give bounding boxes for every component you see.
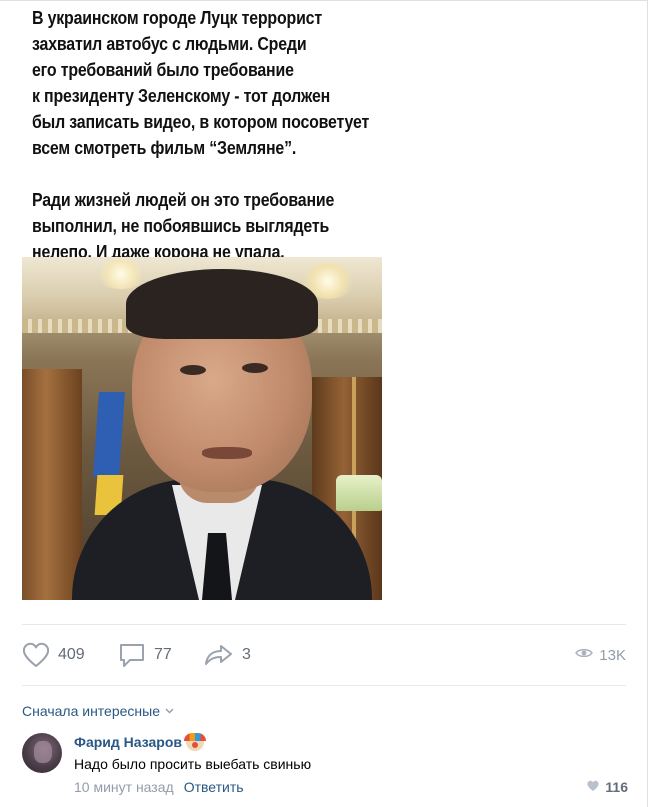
views-count: 13K [599, 646, 626, 664]
share-button[interactable]: 3 [204, 635, 251, 675]
comment-meta: 10 минут назад Ответить [74, 779, 244, 795]
photo-flag [93, 392, 125, 477]
chevron-down-icon [165, 706, 174, 717]
divider [22, 685, 626, 686]
like-button[interactable]: 409 [22, 635, 85, 675]
post-photo[interactable] [22, 257, 382, 600]
post-actions-bar: 409 77 3 13K [0, 635, 648, 675]
photo-wood-panel [22, 369, 82, 600]
author-name: Фарид Назаров [74, 734, 183, 750]
comment-button[interactable]: 77 [118, 635, 172, 675]
share-count: 3 [242, 646, 251, 663]
meme-line: Ради жизней людей он это требование [32, 189, 335, 210]
meme-line: В украинском городе Луцк террорист [32, 7, 322, 28]
comment-time[interactable]: 10 минут назад [74, 779, 174, 795]
heart-icon [22, 642, 50, 668]
comment-like-button[interactable]: 116 [586, 779, 628, 795]
views-counter: 13K [575, 635, 626, 675]
comment-text: Надо было просить выебать свинью [74, 756, 312, 772]
reply-button[interactable]: Ответить [184, 779, 244, 795]
photo-hair [126, 269, 318, 339]
post-card: В украинском городе Луцк террорист захва… [0, 0, 648, 807]
photo-lampshade [336, 475, 382, 511]
avatar-figure [34, 741, 52, 763]
sort-label: Сначала интересные [22, 703, 160, 719]
divider [22, 624, 626, 625]
avatar[interactable] [22, 733, 62, 773]
meme-line: захватил автобус с людьми. Среди [32, 33, 307, 54]
photo-chandelier [96, 259, 146, 289]
meme-line: выполнил, не побоявшись выглядеть [32, 215, 330, 236]
comment-icon [118, 641, 146, 669]
comments-sort-dropdown[interactable]: Сначала интересные [22, 701, 174, 721]
comment-count: 77 [154, 646, 172, 663]
heart-icon [586, 779, 600, 795]
meme-line: всем смотреть фильм “Земляне”. [32, 137, 297, 158]
clown-emoji-icon [184, 733, 207, 751]
photo-eye [242, 363, 268, 373]
photo-eye [180, 365, 206, 375]
comment-like-count: 116 [605, 779, 628, 795]
like-count: 409 [58, 646, 85, 663]
eye-icon [575, 646, 594, 664]
meme-line: его требований было требование [32, 59, 294, 80]
meme-line: был записать видео, в котором посоветует [32, 111, 370, 132]
meme-line: к президенту Зеленскому - тот должен [32, 85, 331, 106]
meme-caption: В украинском городе Луцк террорист захва… [32, 5, 393, 265]
share-arrow-icon [204, 643, 234, 667]
photo-mouth [202, 447, 252, 459]
comment-author[interactable]: Фарид Назаров [74, 733, 207, 751]
comment-item: Фарид Назаров Надо было просить выебать … [22, 731, 628, 801]
